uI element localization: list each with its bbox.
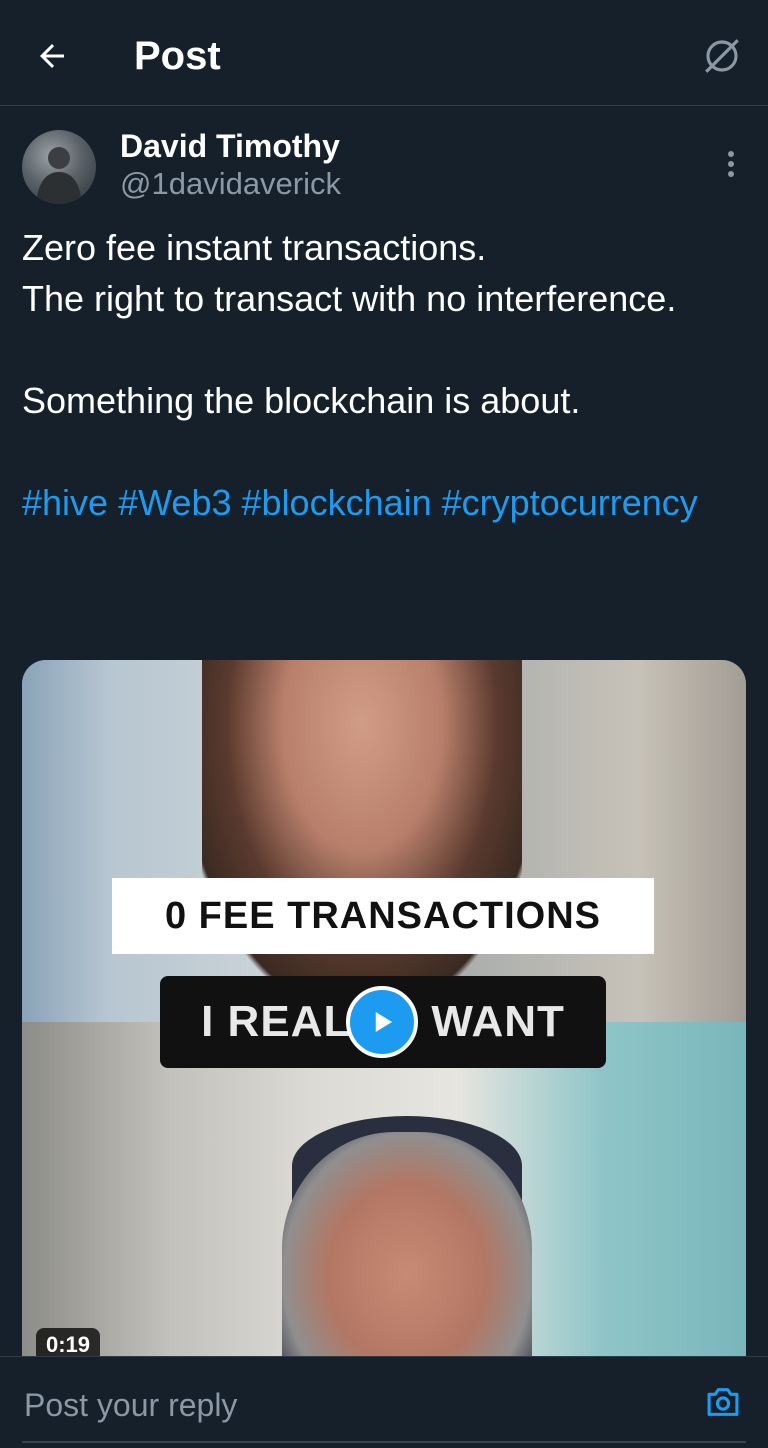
avatar[interactable] [22, 130, 96, 204]
top-bar: Post [0, 0, 768, 106]
page-title: Post [134, 34, 221, 78]
author-name[interactable]: David Timothy [120, 128, 340, 165]
author-row: David Timothy @1davidaverick [22, 128, 746, 208]
hashtag-list: #hive #Web3 #blockchain #cryptocurrency [22, 477, 746, 528]
video-caption-top: 0 FEE TRANSACTIONS [112, 878, 654, 954]
hashtag-web3[interactable]: #Web3 [118, 482, 231, 523]
avatar-image [36, 147, 82, 204]
caption-text-left: I REAL [201, 997, 352, 1046]
more-vertical-icon [728, 151, 734, 177]
play-button[interactable] [346, 986, 418, 1058]
speaker-face [282, 1132, 532, 1360]
reply-bar [0, 1356, 768, 1448]
reply-input[interactable] [22, 1381, 666, 1429]
camera-icon [707, 1388, 739, 1416]
video-player[interactable]: 0 FEE TRANSACTIONS I REAL WANT 0:19 [22, 660, 746, 1360]
arrow-left-icon [40, 44, 64, 68]
play-icon [375, 1012, 392, 1032]
post-line: Zero fee instant transactions. [22, 227, 487, 268]
reply-underline [22, 1441, 746, 1443]
back-button[interactable] [28, 32, 76, 80]
post-line: Something the blockchain is about. [22, 380, 581, 421]
post-text: Zero fee instant transactions. The right… [22, 222, 746, 528]
grok-button[interactable] [696, 30, 748, 82]
more-options-button[interactable] [716, 144, 746, 184]
video-frame-top [22, 660, 746, 1022]
author-handle: @1davidaverick [120, 166, 342, 201]
hashtag-blockchain[interactable]: #blockchain [242, 482, 432, 523]
grok-icon [705, 39, 739, 73]
caption-text-right: WANT [431, 997, 565, 1046]
post-line: The right to transact with no interferen… [22, 278, 677, 319]
hashtag-hive[interactable]: #hive [22, 482, 108, 523]
camera-button[interactable] [704, 1385, 742, 1419]
hashtag-cryptocurrency[interactable]: #cryptocurrency [442, 482, 698, 523]
video-frame-bottom [22, 1022, 746, 1360]
